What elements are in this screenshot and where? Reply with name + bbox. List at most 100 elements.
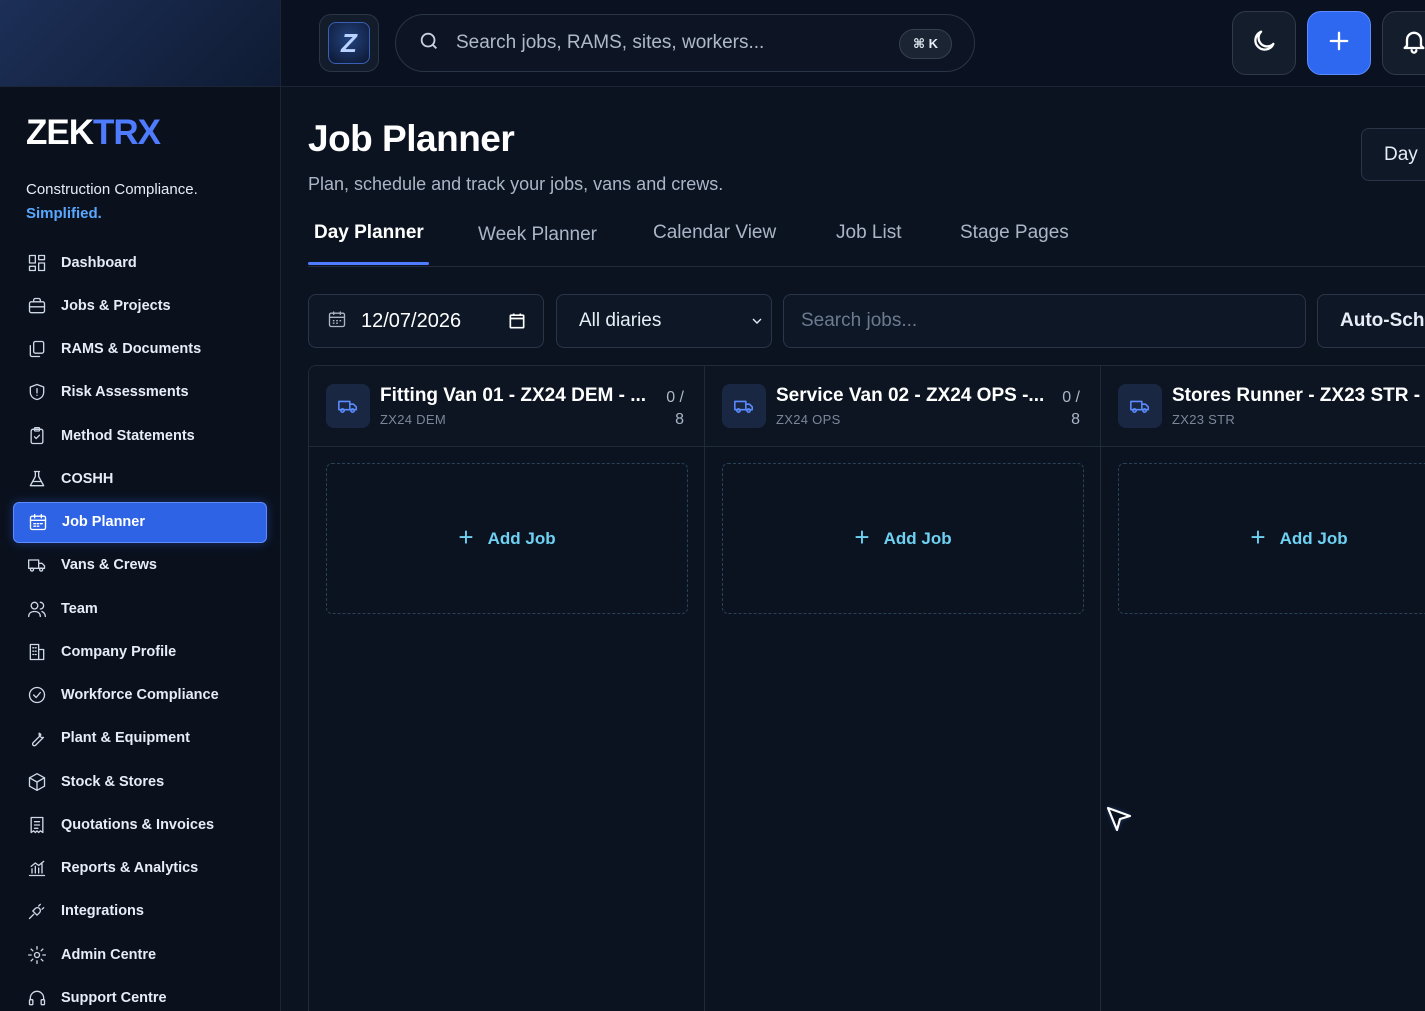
sidebar-item-dashboard[interactable]: Dashboard: [13, 242, 267, 283]
sidebar-item-label: Stock & Stores: [61, 773, 165, 790]
theme-toggle-button[interactable]: [1232, 11, 1296, 75]
sidebar-item-job-planner[interactable]: Job Planner: [13, 501, 267, 543]
sidebar-item-label: RAMS & Documents: [61, 341, 202, 357]
plus-icon: +: [458, 521, 474, 552]
planner-tabs: Day Planner Week Planner Calendar View J…: [308, 220, 1425, 267]
calendar-picker-icon[interactable]: [507, 311, 527, 336]
check-circle-icon: [26, 684, 48, 706]
moon-icon: [1250, 27, 1278, 60]
sidebar-item-label: Jobs & Projects: [61, 297, 171, 314]
van-column-header: Stores Runner - ZX23 STR - ZX23 STR: [1101, 366, 1425, 447]
app-logo-icon: Z: [328, 22, 370, 64]
page-title: Job Planner: [308, 118, 515, 159]
van-job-count-line-1: 0 /: [1062, 389, 1080, 406]
sidebar-item-label: Plant & Equipment: [61, 730, 190, 747]
van-job-count-line-2: 8: [675, 411, 684, 428]
sidebar-item-jobs-projects[interactable]: Jobs & Projects: [13, 285, 267, 326]
van-column-header: Service Van 02 - ZX24 OPS -... ZX24 OPS …: [705, 366, 1100, 447]
van-title: Fitting Van 01 - ZX24 DEM - ...: [380, 385, 647, 406]
job-search-input[interactable]: Search jobs...: [783, 294, 1306, 348]
job-search-placeholder: Search jobs...: [801, 310, 918, 331]
add-job-label: Add Job: [1279, 528, 1348, 548]
truck-icon: [326, 384, 370, 428]
top-bar: Z Search jobs, RAMS, sites, workers... ⌘…: [281, 0, 1425, 87]
van-registration: ZX23 STR: [1172, 412, 1236, 427]
tagline-line-1: Construction Compliance.: [26, 181, 198, 198]
van-registration: ZX24 DEM: [380, 412, 446, 427]
sidebar-nav: Dashboard Jobs & Projects RAMS & Documen…: [13, 242, 267, 1011]
calendar-icon: [327, 309, 347, 334]
chevron-down-icon: [749, 313, 765, 335]
sidebar-item-company-profile[interactable]: Company Profile: [13, 631, 267, 672]
gear-icon: [26, 944, 48, 966]
sidebar-item-risk-assessments[interactable]: Risk Assessments: [13, 372, 267, 413]
auto-schedule-button[interactable]: Auto-Sch: [1317, 294, 1425, 348]
sidebar-item-label: Team: [61, 600, 98, 617]
sidebar-item-coshh[interactable]: COSHH: [13, 458, 267, 499]
box-icon: [26, 771, 48, 793]
sidebar-item-label: Method Statements: [61, 427, 195, 444]
plus-icon: [1325, 27, 1353, 60]
sidebar-item-label: Admin Centre: [61, 946, 157, 963]
sidebar-item-quotations-invoices[interactable]: Quotations & Invoices: [13, 804, 267, 845]
search-shortcut-badge: ⌘ K: [898, 29, 952, 59]
sidebar-item-label: Dashboard: [61, 254, 137, 271]
date-value: 12/07/2026: [361, 309, 462, 332]
quick-add-button[interactable]: [1307, 11, 1371, 75]
search-placeholder: Search jobs, RAMS, sites, workers...: [456, 32, 765, 53]
sidebar-item-rams-documents[interactable]: RAMS & Documents: [13, 329, 267, 370]
sidebar-item-support-centre[interactable]: Support Centre: [13, 977, 267, 1011]
tab-stage-pages[interactable]: Stage Pages: [960, 222, 1069, 244]
shield-icon: [26, 381, 48, 403]
truck-icon: [722, 384, 766, 428]
sidebar-item-label: Quotations & Invoices: [61, 816, 215, 833]
sidebar-item-stock-stores[interactable]: Stock & Stores: [13, 761, 267, 802]
sidebar-item-label: Company Profile: [61, 643, 177, 660]
sidebar-item-reports-analytics[interactable]: Reports & Analytics: [13, 848, 267, 889]
sidebar-item-team[interactable]: Team: [13, 588, 267, 629]
search-icon: [418, 30, 440, 57]
grid-icon: [26, 252, 48, 274]
tab-day-planner[interactable]: Day Planner: [314, 222, 424, 244]
sidebar-item-label: Support Centre: [61, 989, 167, 1006]
tab-calendar-view[interactable]: Calendar View: [653, 222, 776, 244]
sidebar-item-label: Risk Assessments: [61, 384, 189, 401]
tab-week-planner[interactable]: Week Planner: [478, 224, 597, 246]
mouse-cursor-icon: [1106, 806, 1132, 832]
diary-select[interactable]: All diaries: [556, 294, 772, 348]
sidebar-item-admin-centre[interactable]: Admin Centre: [13, 934, 267, 975]
sidebar-item-label: COSHH: [61, 470, 114, 487]
brand-logo[interactable]: ZEKTRX: [26, 113, 161, 153]
sidebar-item-integrations[interactable]: Integrations: [13, 891, 267, 932]
tab-job-list[interactable]: Job List: [836, 222, 901, 244]
main-content: Job Planner Plan, schedule and track you…: [281, 88, 1425, 1011]
view-mode-button[interactable]: Day: [1361, 128, 1425, 181]
calendar-icon: [27, 511, 49, 533]
add-job-label: Add Job: [487, 528, 556, 548]
van-column: Service Van 02 - ZX24 OPS -... ZX24 OPS …: [705, 366, 1101, 1011]
add-job-button[interactable]: + Add Job: [722, 463, 1084, 614]
sidebar-item-label: Integrations: [61, 903, 144, 920]
sidebar-header-band: [0, 0, 280, 87]
notifications-button[interactable]: [1382, 11, 1425, 75]
date-picker[interactable]: 12/07/2026: [308, 294, 544, 348]
plus-icon: +: [854, 521, 870, 552]
add-job-label: Add Job: [883, 528, 952, 548]
brand-part-1: ZEK: [26, 113, 94, 152]
briefcase-icon: [26, 295, 48, 317]
sidebar-item-label: Workforce Compliance: [61, 687, 219, 703]
planner-board: Fitting Van 01 - ZX24 DEM - ... ZX24 DEM…: [308, 365, 1425, 1011]
add-job-button[interactable]: + Add Job: [326, 463, 688, 614]
global-search-input[interactable]: Search jobs, RAMS, sites, workers... ⌘ K: [395, 14, 975, 72]
auto-schedule-label: Auto-Sch: [1340, 310, 1425, 331]
sidebar-item-vans-crews[interactable]: Vans & Crews: [13, 545, 267, 586]
sidebar-item-workforce-compliance[interactable]: Workforce Compliance: [13, 675, 267, 716]
sidebar-item-method-statements[interactable]: Method Statements: [13, 415, 267, 456]
van-column-header: Fitting Van 01 - ZX24 DEM - ... ZX24 DEM…: [309, 366, 704, 447]
sidebar-item-plant-equipment[interactable]: Plant & Equipment: [13, 718, 267, 759]
van-job-count: 0 / 8: [1062, 387, 1080, 431]
add-job-button[interactable]: + Add Job: [1118, 463, 1425, 614]
app-logo-button[interactable]: Z: [319, 14, 379, 72]
tagline: Construction Compliance. Simplified.: [26, 178, 198, 226]
van-title: Stores Runner - ZX23 STR -: [1172, 385, 1421, 406]
